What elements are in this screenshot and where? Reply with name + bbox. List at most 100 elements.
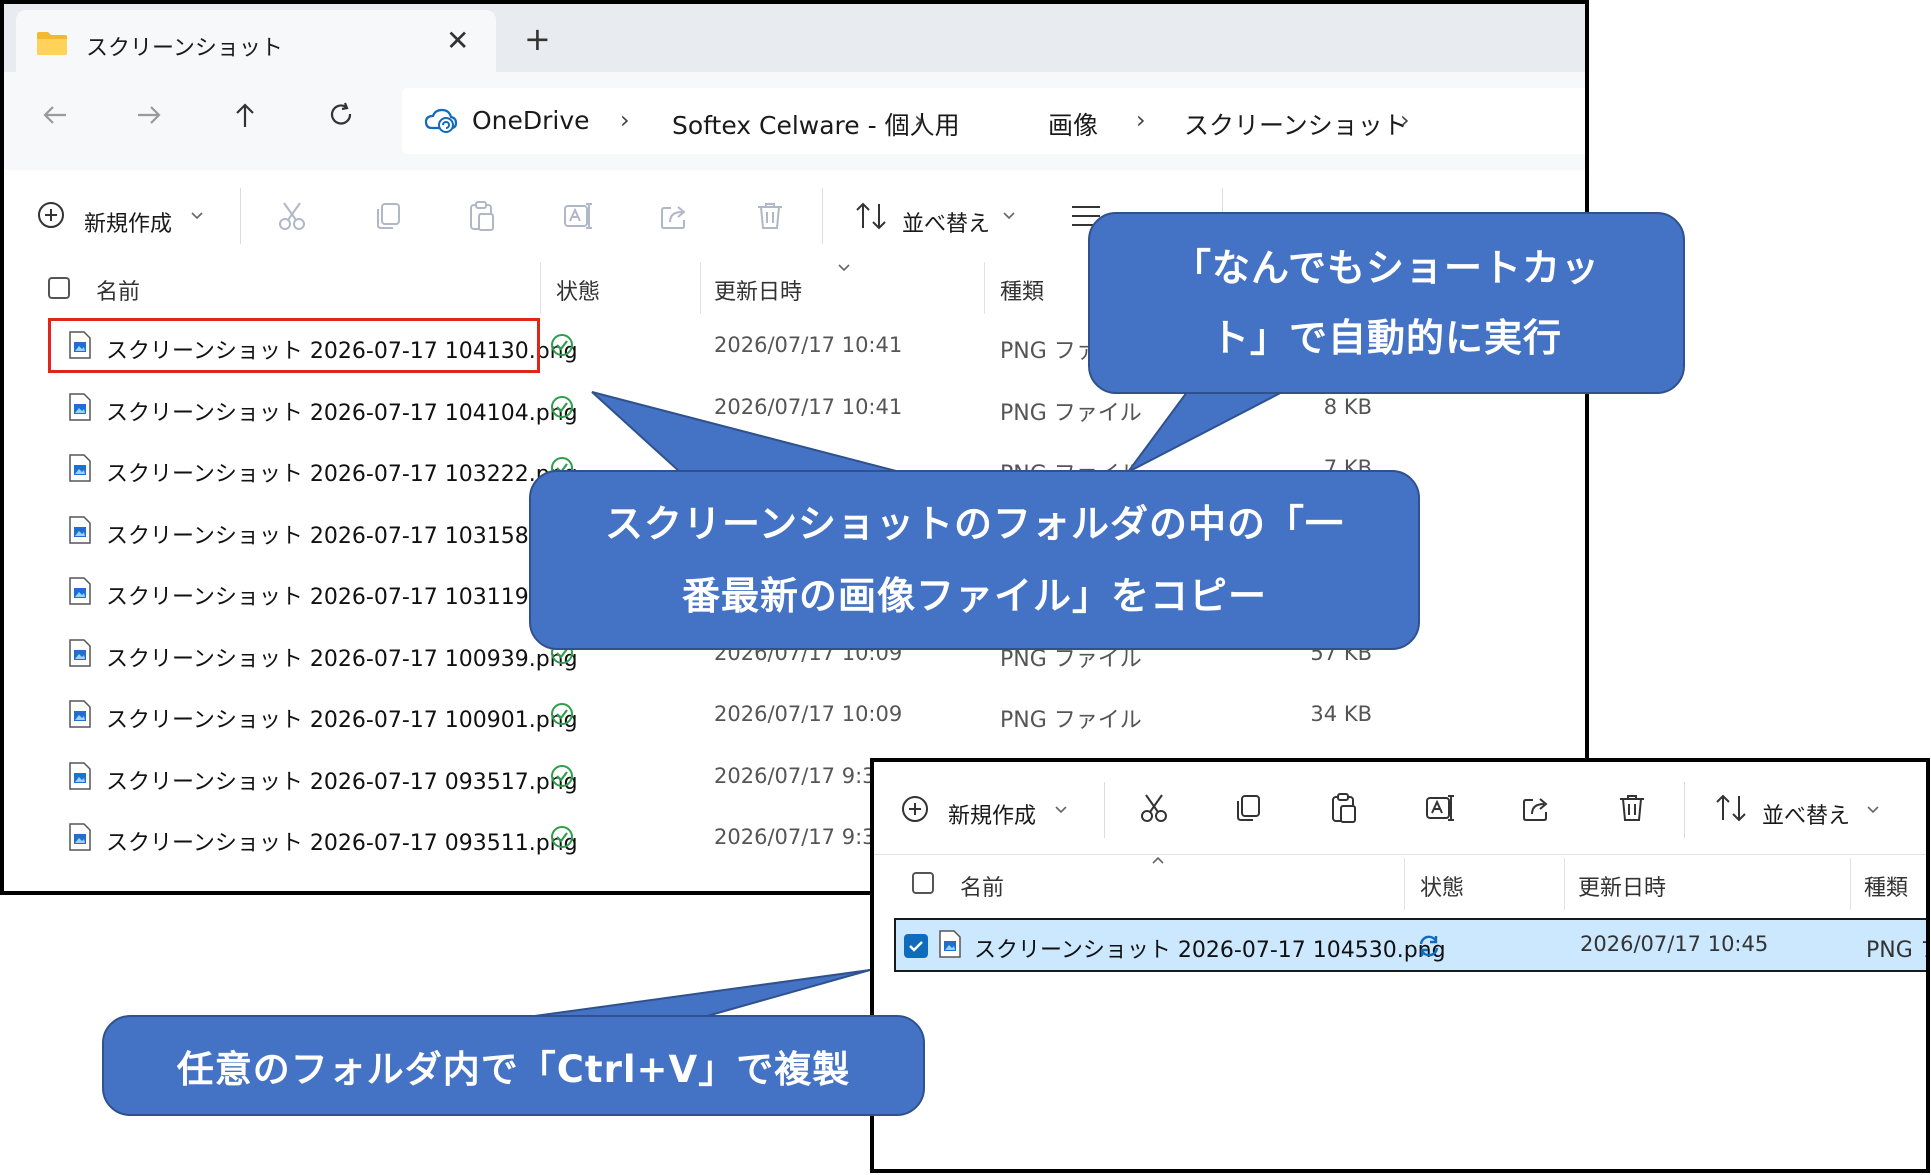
png-file-icon bbox=[68, 516, 92, 544]
address-bar[interactable]: OneDrive › Softex Celware - 個人用 › 画像 › ス… bbox=[402, 88, 1585, 154]
checked-checkbox[interactable] bbox=[904, 934, 928, 958]
breadcrumb-onedrive[interactable]: OneDrive bbox=[472, 106, 590, 135]
file-name: スクリーンショット 2026-07-17 093517.png bbox=[106, 770, 578, 795]
column-status[interactable]: 状態 bbox=[1420, 870, 1464, 902]
callout-copy-line1: スクリーンショットのフォルダの中の「一 bbox=[604, 502, 1345, 546]
callout-copy: スクリーンショットのフォルダの中の「一 番最新の画像ファイル」をコピー bbox=[529, 470, 1420, 650]
delete-trash-icon[interactable] bbox=[1616, 792, 1648, 824]
file-date: 2026/07/17 9:35 bbox=[714, 764, 889, 788]
tab-strip: スクリーンショット ✕ + bbox=[4, 4, 1585, 72]
back-arrow-icon[interactable] bbox=[40, 100, 70, 130]
callout-shortcut-line1: 「なんでもショートカッ bbox=[1172, 246, 1601, 290]
chevron-down-icon[interactable] bbox=[190, 208, 204, 222]
cut-icon[interactable] bbox=[1138, 792, 1170, 824]
share-icon[interactable] bbox=[1520, 792, 1552, 824]
paste-icon[interactable] bbox=[466, 200, 498, 232]
column-divider[interactable] bbox=[1850, 858, 1851, 910]
address-row: OneDrive › Softex Celware - 個人用 › 画像 › ス… bbox=[4, 72, 1585, 170]
close-icon[interactable]: ✕ bbox=[446, 24, 469, 57]
png-file-icon bbox=[68, 454, 92, 482]
breadcrumb-pictures[interactable]: 画像 bbox=[1048, 106, 1098, 142]
cut-icon[interactable] bbox=[276, 200, 308, 232]
file-date: 2026/07/17 10:41 bbox=[714, 395, 903, 419]
paste-icon[interactable] bbox=[1328, 792, 1360, 824]
rename-icon[interactable] bbox=[562, 200, 594, 232]
column-divider[interactable] bbox=[1404, 858, 1405, 910]
delete-trash-icon[interactable] bbox=[754, 200, 786, 232]
column-name[interactable]: 名前 bbox=[960, 870, 1004, 902]
new-plus-icon[interactable] bbox=[900, 794, 930, 824]
copy-icon[interactable] bbox=[372, 200, 404, 232]
new-button[interactable]: 新規作成 bbox=[84, 206, 172, 238]
breadcrumb-separator[interactable]: › bbox=[914, 106, 924, 134]
share-icon[interactable] bbox=[658, 200, 690, 232]
column-modified[interactable]: 更新日時 bbox=[1578, 870, 1666, 902]
sort-button[interactable]: 並べ替え bbox=[1762, 798, 1850, 830]
file-type: PNG ファイル bbox=[1000, 401, 1142, 426]
callout-paste: 任意のフォルダ内で「Ctrl+V」で複製 bbox=[102, 1015, 925, 1116]
breadcrumb-separator[interactable]: › bbox=[620, 106, 630, 134]
synced-check-icon bbox=[550, 764, 574, 788]
tab-title: スクリーンショット bbox=[86, 36, 283, 61]
file-name: スクリーンショット 2026-07-17 103158.png bbox=[106, 524, 578, 549]
toolbar-bottom-border bbox=[874, 854, 1926, 855]
synced-check-icon bbox=[550, 395, 574, 419]
column-type[interactable]: 種類 bbox=[1864, 870, 1908, 902]
highlight-box-latest-file bbox=[48, 318, 540, 373]
file-name: スクリーンショット 2026-07-17 093511.png bbox=[106, 831, 578, 856]
callout-shortcut: 「なんでもショートカッ ト」で自動的に実行 bbox=[1088, 212, 1685, 394]
column-name[interactable]: 名前 bbox=[96, 274, 140, 306]
file-date: 2026/07/17 9:35 bbox=[714, 825, 889, 849]
png-file-icon bbox=[68, 700, 92, 728]
toolbar-divider bbox=[1684, 782, 1685, 838]
sort-arrows-icon[interactable] bbox=[1714, 792, 1748, 824]
chevron-down-icon[interactable] bbox=[1866, 802, 1880, 816]
breadcrumb-separator[interactable]: › bbox=[1400, 106, 1410, 134]
png-file-icon bbox=[68, 639, 92, 667]
onedrive-cloud-icon bbox=[424, 106, 458, 134]
png-file-icon bbox=[68, 393, 92, 421]
column-modified[interactable]: 更新日時 bbox=[714, 274, 802, 306]
file-date: 2026/07/17 10:41 bbox=[714, 333, 903, 357]
file-name: スクリーンショット 2026-07-17 104104.png bbox=[106, 401, 578, 426]
column-status[interactable]: 状態 bbox=[556, 274, 600, 306]
column-divider[interactable] bbox=[540, 262, 541, 314]
callout-paste-text: 任意のフォルダ内で「Ctrl+V」で複製 bbox=[176, 1047, 851, 1091]
select-all-checkbox[interactable] bbox=[912, 872, 934, 894]
select-all-checkbox[interactable] bbox=[48, 277, 70, 299]
column-divider[interactable] bbox=[700, 262, 701, 314]
table-row[interactable]: スクリーンショット 2026-07-17 100901.png 2026/07/… bbox=[4, 684, 1585, 745]
file-name: スクリーンショット 2026-07-17 103222.png bbox=[106, 462, 578, 487]
breadcrumb-separator[interactable]: › bbox=[1136, 106, 1146, 134]
column-divider[interactable] bbox=[1564, 858, 1565, 910]
file-date: 2026/07/17 10:45 bbox=[1580, 932, 1769, 956]
rename-icon[interactable] bbox=[1424, 792, 1456, 824]
explorer-window-destination: 新規作成 並べ替え 名前 状態 更新日時 種類 スクリーンショット 2026-0… bbox=[870, 758, 1930, 1173]
file-name: スクリーンショット 2026-07-17 103119.png bbox=[106, 585, 578, 610]
file-size: 8 KB bbox=[1323, 395, 1372, 419]
sort-button[interactable]: 並べ替え bbox=[902, 206, 990, 238]
new-tab-button[interactable]: + bbox=[524, 20, 551, 58]
sort-arrows-icon[interactable] bbox=[854, 200, 888, 232]
up-arrow-icon[interactable] bbox=[230, 100, 260, 130]
column-divider[interactable] bbox=[984, 262, 985, 314]
png-file-icon bbox=[68, 823, 92, 851]
chevron-down-icon[interactable] bbox=[1002, 208, 1016, 222]
chevron-down-icon[interactable] bbox=[1054, 802, 1068, 816]
callout-copy-line2: 番最新の画像ファイル」をコピー bbox=[681, 574, 1267, 618]
new-plus-icon[interactable] bbox=[36, 200, 66, 230]
callout-shortcut-line2: ト」で自動的に実行 bbox=[1210, 316, 1562, 360]
copy-icon[interactable] bbox=[1232, 792, 1264, 824]
refresh-icon[interactable] bbox=[326, 100, 356, 130]
synced-check-icon bbox=[550, 702, 574, 726]
table-row-selected[interactable]: スクリーンショット 2026-07-17 104530.png 2026/07/… bbox=[894, 918, 1926, 972]
column-type[interactable]: 種類 bbox=[1000, 274, 1044, 306]
sort-chevron-down-icon bbox=[836, 262, 852, 274]
sort-chevron-up-icon bbox=[1150, 854, 1166, 866]
file-size: 34 KB bbox=[1310, 702, 1372, 726]
sync-icon bbox=[1416, 933, 1442, 959]
new-button[interactable]: 新規作成 bbox=[948, 798, 1036, 830]
breadcrumb-screenshots[interactable]: スクリーンショット bbox=[1184, 106, 1408, 142]
tab-screenshots[interactable]: スクリーンショット ✕ bbox=[16, 10, 496, 72]
forward-arrow-icon[interactable] bbox=[134, 100, 164, 130]
